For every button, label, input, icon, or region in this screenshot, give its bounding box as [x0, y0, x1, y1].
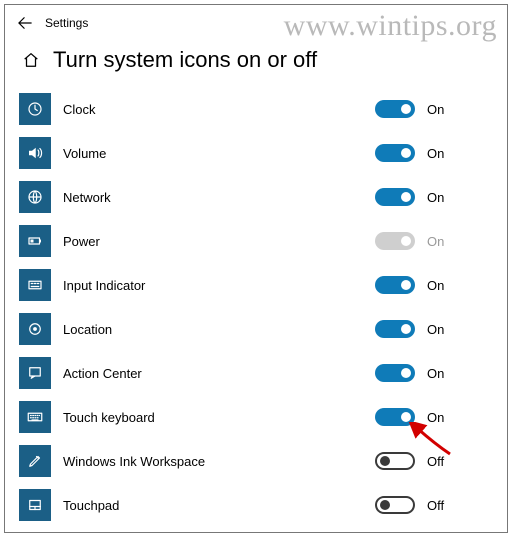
toggle-power [375, 232, 415, 250]
toggle-action-center[interactable] [375, 364, 415, 382]
toggle-input-indicator[interactable] [375, 276, 415, 294]
globe-icon [19, 181, 51, 213]
setting-label-touchpad: Touchpad [63, 498, 375, 513]
pen-icon [19, 445, 51, 477]
toggle-knob [401, 280, 411, 290]
toggle-knob [401, 324, 411, 334]
setting-row-action-center: Action Center On [19, 351, 493, 395]
setting-label-power: Power [63, 234, 375, 249]
toggle-touch-keyboard[interactable] [375, 408, 415, 426]
action-center-icon [19, 357, 51, 389]
toggle-knob [401, 412, 411, 422]
app-title: Settings [45, 16, 88, 30]
setting-row-input-indicator: Input Indicator On [19, 263, 493, 307]
setting-row-location: Location On [19, 307, 493, 351]
toggle-column: Off [375, 452, 493, 470]
toggle-knob [401, 148, 411, 158]
toggle-knob [380, 500, 390, 510]
toggle-state-label-power: On [427, 234, 444, 249]
setting-row-touchpad: Touchpad Off [19, 483, 493, 527]
setting-row-clock: Clock On [19, 87, 493, 131]
toggle-column: On [375, 276, 493, 294]
back-button[interactable] [13, 11, 37, 35]
setting-row-volume: Volume On [19, 131, 493, 175]
toggle-network[interactable] [375, 188, 415, 206]
toggle-state-label-volume: On [427, 146, 444, 161]
toggle-state-label-network: On [427, 190, 444, 205]
toggle-column: On [375, 144, 493, 162]
setting-label-input-indicator: Input Indicator [63, 278, 375, 293]
toggle-knob [401, 236, 411, 246]
location-icon [19, 313, 51, 345]
toggle-state-label-touch-keyboard: On [427, 410, 444, 425]
volume-icon [19, 137, 51, 169]
setting-row-ink-workspace: Windows Ink Workspace Off [19, 439, 493, 483]
setting-row-network: Network On [19, 175, 493, 219]
toggle-state-label-location: On [427, 322, 444, 337]
setting-row-touch-keyboard: Touch keyboard On [19, 395, 493, 439]
setting-label-action-center: Action Center [63, 366, 375, 381]
toggle-knob [401, 368, 411, 378]
clock-icon [19, 93, 51, 125]
input-indicator-icon [19, 269, 51, 301]
toggle-state-label-clock: On [427, 102, 444, 117]
toggle-column: On [375, 364, 493, 382]
toggle-clock[interactable] [375, 100, 415, 118]
home-button[interactable] [19, 48, 43, 72]
toggle-state-label-input-indicator: On [427, 278, 444, 293]
toggle-column: On [375, 408, 493, 426]
setting-label-clock: Clock [63, 102, 375, 117]
toggle-knob [380, 456, 390, 466]
home-icon [22, 51, 40, 69]
toggle-column: On [375, 188, 493, 206]
settings-list: ClockOnVolumeOnNetworkOnPowerOnInput Ind… [5, 87, 507, 535]
toggle-column: On [375, 232, 493, 250]
setting-row-power: Power On [19, 219, 493, 263]
setting-label-ink-workspace: Windows Ink Workspace [63, 454, 375, 469]
page-title: Turn system icons on or off [53, 47, 317, 73]
toggle-column: On [375, 100, 493, 118]
keyboard-icon [19, 401, 51, 433]
toggle-knob [401, 104, 411, 114]
setting-label-volume: Volume [63, 146, 375, 161]
toggle-column: Off [375, 496, 493, 514]
title-bar: Settings [5, 5, 507, 41]
setting-label-network: Network [63, 190, 375, 205]
toggle-state-label-action-center: On [427, 366, 444, 381]
setting-label-touch-keyboard: Touch keyboard [63, 410, 375, 425]
battery-icon [19, 225, 51, 257]
toggle-column: On [375, 320, 493, 338]
toggle-touchpad[interactable] [375, 496, 415, 514]
toggle-state-label-touchpad: Off [427, 498, 444, 513]
touchpad-icon [19, 489, 51, 521]
toggle-knob [401, 192, 411, 202]
toggle-state-label-ink-workspace: Off [427, 454, 444, 469]
toggle-volume[interactable] [375, 144, 415, 162]
setting-label-location: Location [63, 322, 375, 337]
back-arrow-icon [18, 16, 32, 30]
toggle-location[interactable] [375, 320, 415, 338]
toggle-ink-workspace[interactable] [375, 452, 415, 470]
